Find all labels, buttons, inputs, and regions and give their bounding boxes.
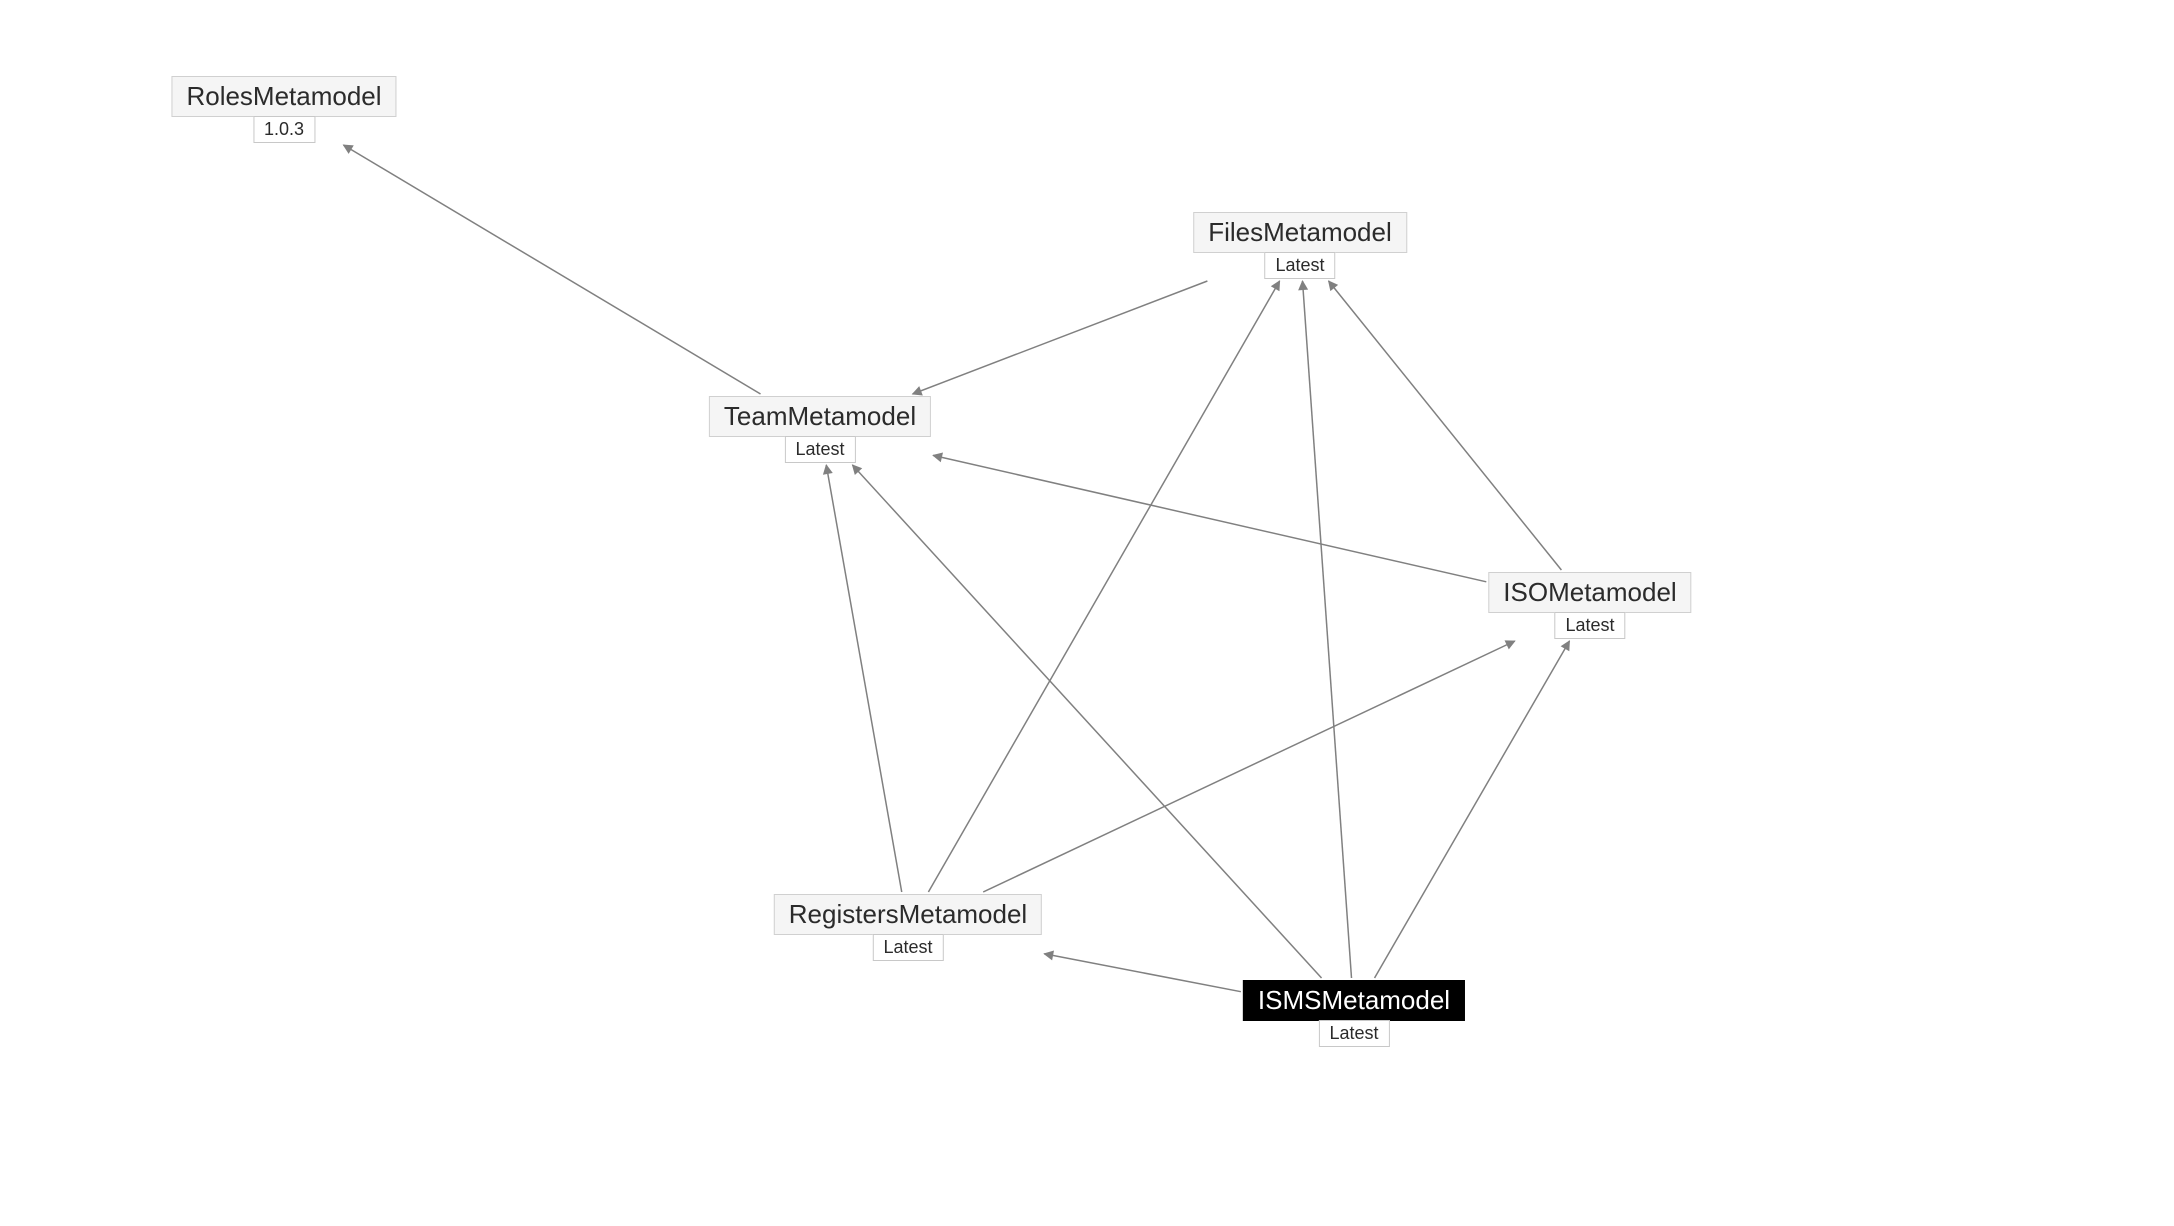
- edge-registers-to-iso: [983, 641, 1515, 892]
- node-version-badge: Latest: [1554, 612, 1625, 639]
- node-title: RegistersMetamodel: [774, 894, 1042, 935]
- node-version-badge: Latest: [1264, 252, 1335, 279]
- node-version-badge: Latest: [784, 436, 855, 463]
- node-title: ISOMetamodel: [1488, 572, 1691, 613]
- node-title: FilesMetamodel: [1193, 212, 1407, 253]
- node-version-badge: Latest: [1318, 1020, 1389, 1047]
- edge-isms-to-files: [1302, 281, 1351, 978]
- node-title: RolesMetamodel: [171, 76, 396, 117]
- node-title: ISMSMetamodel: [1243, 980, 1465, 1021]
- node-title: TeamMetamodel: [709, 396, 931, 437]
- edge-iso-to-files: [1329, 281, 1562, 570]
- edge-isms-to-iso: [1375, 641, 1570, 978]
- node-registers-metamodel[interactable]: RegistersMetamodel Latest: [774, 894, 1042, 961]
- node-files-metamodel[interactable]: FilesMetamodel Latest: [1193, 212, 1407, 279]
- edge-registers-to-files: [928, 281, 1279, 892]
- node-isms-metamodel[interactable]: ISMSMetamodel Latest: [1243, 980, 1465, 1047]
- node-version-badge: Latest: [872, 934, 943, 961]
- edge-iso-to-team: [933, 455, 1486, 581]
- edge-isms-to-registers: [1044, 954, 1241, 992]
- edge-team-to-roles: [343, 145, 760, 394]
- node-roles-metamodel[interactable]: RolesMetamodel 1.0.3: [171, 76, 396, 143]
- node-version-badge: 1.0.3: [253, 116, 315, 143]
- edges-layer: [0, 0, 2174, 1226]
- edge-files-to-team: [913, 281, 1208, 394]
- node-team-metamodel[interactable]: TeamMetamodel Latest: [709, 396, 931, 463]
- node-iso-metamodel[interactable]: ISOMetamodel Latest: [1488, 572, 1691, 639]
- edge-registers-to-team: [826, 465, 901, 892]
- diagram-canvas[interactable]: RolesMetamodel 1.0.3 FilesMetamodel Late…: [0, 0, 2174, 1226]
